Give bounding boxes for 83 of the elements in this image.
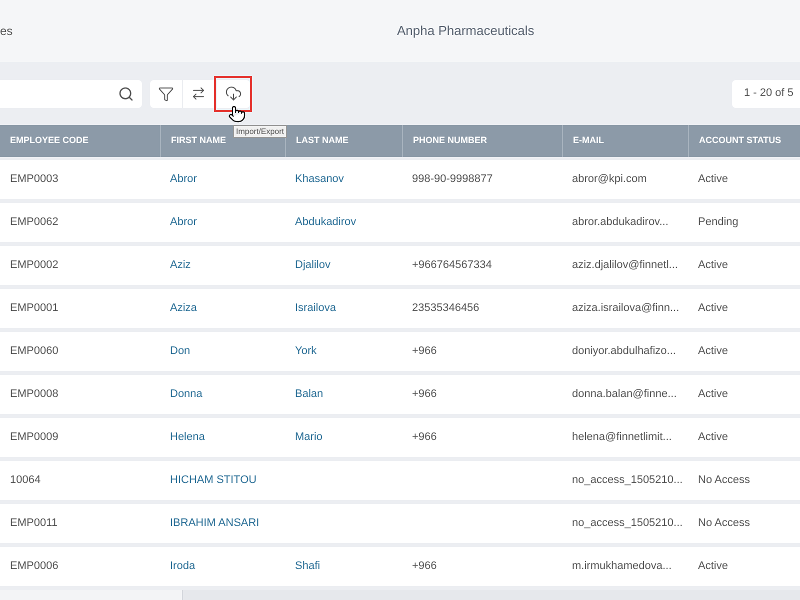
table-cell-text: Active bbox=[698, 258, 728, 274]
table-cell-text: No Access bbox=[698, 516, 750, 532]
search-field[interactable] bbox=[0, 80, 142, 108]
table-cell-text: Active bbox=[698, 559, 728, 574]
table-cell-text: doniyor.abdulhafizo... bbox=[572, 344, 676, 360]
table-cell[interactable]: Aziz bbox=[170, 257, 191, 274]
column-header[interactable]: PHONE NUMBER bbox=[413, 134, 488, 148]
swap-arrows-icon bbox=[191, 86, 206, 101]
column-header[interactable]: E-MAIL bbox=[573, 134, 604, 148]
horizontal-scrollbar[interactable] bbox=[0, 590, 800, 600]
column-header[interactable]: EMPLOYEE CODE bbox=[10, 134, 89, 148]
company-title: Anpha Pharmaceuticals bbox=[397, 22, 534, 40]
filter-icon bbox=[158, 86, 174, 102]
table-cell-text: aziza.israilova@finn... bbox=[572, 301, 680, 316]
table-cell-text: no_access_1505210... bbox=[572, 473, 683, 488]
table-cell[interactable]: Khasanov bbox=[295, 171, 344, 188]
table-row[interactable]: EMP0002 Aziz Djalilov +966764567334 aziz.djalilov@finnetl... Active bbox=[0, 246, 800, 285]
table-cell-text: EMP0001 bbox=[10, 301, 58, 316]
table-cell-text: Active bbox=[698, 172, 728, 188]
table-cell-text: abror@kpi.com bbox=[572, 172, 647, 188]
table-cell[interactable]: Iroda bbox=[170, 558, 196, 575]
table-cell-text: EMP0008 bbox=[10, 387, 58, 402]
table-cell-text: helena@finnetlimit... bbox=[572, 430, 672, 446]
table-cell-text: EMP0060 bbox=[10, 344, 58, 360]
table-row[interactable]: EMP0003 Abror Khasanov 998-90-9998877 abror@kpi.com Active bbox=[0, 160, 800, 199]
table-row[interactable]: EMP0009 Helena Mario +966 helena@finnetlimit... Active bbox=[0, 418, 800, 457]
column-header[interactable]: LAST NAME bbox=[296, 134, 348, 148]
table-cell-text: Pending bbox=[698, 215, 738, 230]
table-row[interactable]: EMP0006 Iroda Shafi +966 m.irmukhamedova... Active bbox=[0, 547, 800, 586]
table-cell-text: EMP0006 bbox=[10, 559, 58, 574]
table-row[interactable]: EMP0001 Aziza Israilova 23535346456 aziza.israilova@finn... Active bbox=[0, 289, 800, 328]
table-row[interactable]: EMP0011 IBRAHIM ANSARI no_access_1505210... No Access bbox=[0, 504, 800, 543]
header-tab-label[interactable]: es bbox=[0, 22, 13, 40]
table-cell-text: EMP0062 bbox=[10, 215, 58, 230]
table-cell-text: donna.balan@finne... bbox=[572, 387, 677, 402]
table-cell-text: Active bbox=[698, 430, 728, 446]
table-row[interactable]: EMP0060 Don York +966 doniyor.abdulhafizo... Active bbox=[0, 332, 800, 371]
cloud-download-icon bbox=[225, 85, 242, 102]
table-cell[interactable]: Helena bbox=[170, 429, 205, 446]
scrollbar-thumb[interactable] bbox=[0, 590, 183, 600]
pagination-range: 1 - 20 of 5 bbox=[744, 86, 794, 102]
table-cell[interactable]: Balan bbox=[295, 386, 324, 403]
table-cell[interactable]: York bbox=[295, 343, 317, 360]
table-cell[interactable]: Abror bbox=[170, 171, 197, 188]
table-cell-text: no_access_1505210... bbox=[572, 516, 683, 532]
table-cell-text: Active bbox=[698, 387, 728, 402]
table-cell[interactable]: IBRAHIM ANSARI bbox=[170, 515, 260, 532]
search-icon bbox=[118, 86, 134, 102]
table-cell-text: abror.abdukadirov... bbox=[572, 215, 668, 230]
table-cell[interactable]: Djalilov bbox=[295, 257, 330, 274]
table-cell[interactable]: Abror bbox=[170, 214, 197, 231]
table-cell-text: Active bbox=[698, 344, 728, 360]
table-cell[interactable]: Don bbox=[170, 343, 190, 360]
table-cell[interactable]: Mario bbox=[295, 429, 323, 446]
table-cell-text: +966 bbox=[412, 559, 437, 574]
table-row[interactable]: EMP0062 Abror Abdukadirov abror.abdukadirov... Pending bbox=[0, 203, 800, 242]
table-cell-text: EMP0003 bbox=[10, 172, 58, 188]
table-cell-text: Active bbox=[698, 301, 728, 316]
column-header[interactable]: ACCOUNT STATUS bbox=[699, 134, 782, 148]
table-cell[interactable]: Aziza bbox=[170, 300, 197, 317]
table-cell[interactable]: Abdukadirov bbox=[295, 214, 356, 231]
table-cell-text: EMP0011 bbox=[10, 516, 58, 532]
table-cell-text: 23535346456 bbox=[412, 301, 480, 316]
table-cell[interactable]: HICHAM STITOU bbox=[170, 472, 257, 489]
table-cell-text: No Access bbox=[698, 473, 750, 488]
table-cell-text: EMP0002 bbox=[10, 258, 58, 274]
table-cell-text: aziz.djalilov@finnetl... bbox=[572, 258, 678, 274]
table-cell-text: +966 bbox=[412, 387, 437, 402]
table-cell-text: +966 bbox=[412, 430, 437, 446]
table-row[interactable]: 10064 HICHAM STITOU no_access_1505210... No Access bbox=[0, 461, 800, 500]
table-cell-text: 998-90-9998877 bbox=[412, 172, 493, 188]
table-row[interactable]: EMP0008 Donna Balan +966 donna.balan@finne... Active bbox=[0, 375, 800, 414]
table-cell[interactable]: Israilova bbox=[295, 300, 336, 317]
toolbar-button[interactable] bbox=[216, 78, 250, 110]
table-cell[interactable]: Shafi bbox=[295, 558, 320, 575]
table-cell-text: EMP0009 bbox=[10, 430, 58, 446]
column-header[interactable]: FIRST NAME bbox=[171, 134, 226, 148]
tooltip: Import/Export bbox=[233, 125, 288, 138]
table-cell-text: 10064 bbox=[10, 473, 41, 488]
table-cell-text: +966 bbox=[412, 344, 437, 360]
table-cell[interactable]: Donna bbox=[170, 386, 202, 403]
table-cell-text: m.irmukhamedova... bbox=[572, 559, 672, 574]
table-cell-text: +966764567334 bbox=[412, 258, 492, 274]
